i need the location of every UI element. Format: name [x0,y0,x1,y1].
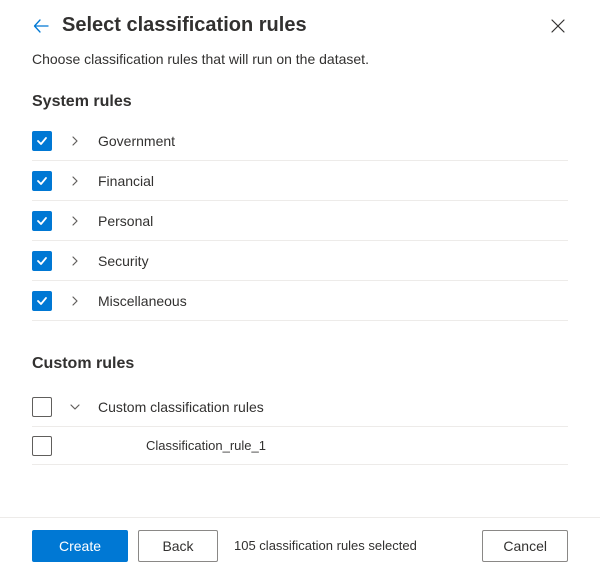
system-rules-heading: System rules [32,93,568,111]
rule-row-miscellaneous: Miscellaneous [32,281,568,321]
rule-row-security: Security [32,241,568,281]
rule-label: Government [98,133,175,149]
checkbox-child-rule[interactable] [32,436,52,456]
rule-row-custom-group: Custom classification rules [32,387,568,427]
chevron-right-icon[interactable] [68,174,82,188]
chevron-right-icon[interactable] [68,294,82,308]
checkbox-security[interactable] [32,251,52,271]
rule-label: Financial [98,173,154,189]
chevron-right-icon[interactable] [68,254,82,268]
create-button[interactable]: Create [32,530,128,562]
rule-row-government: Government [32,121,568,161]
rule-row-personal: Personal [32,201,568,241]
selection-status: 105 classification rules selected [234,538,417,553]
cancel-button[interactable]: Cancel [482,530,568,562]
checkbox-government[interactable] [32,131,52,151]
rule-row-child: Classification_rule_1 [32,427,568,465]
panel-footer: Create Back 105 classification rules sel… [0,517,600,573]
chevron-down-icon[interactable] [68,400,82,414]
checkbox-custom-group[interactable] [32,397,52,417]
rule-label: Personal [98,213,153,229]
rule-row-financial: Financial [32,161,568,201]
panel-header: Select classification rules [32,14,568,37]
rule-label: Miscellaneous [98,293,187,309]
child-rule-label: Classification_rule_1 [146,438,266,453]
back-button[interactable]: Back [138,530,218,562]
close-icon[interactable] [548,16,568,36]
rule-label: Custom classification rules [98,399,264,415]
rule-label: Security [98,253,149,269]
chevron-right-icon[interactable] [68,134,82,148]
back-arrow-icon[interactable] [32,17,50,35]
panel-title: Select classification rules [62,14,307,37]
chevron-right-icon[interactable] [68,214,82,228]
checkbox-financial[interactable] [32,171,52,191]
checkbox-miscellaneous[interactable] [32,291,52,311]
checkbox-personal[interactable] [32,211,52,231]
custom-rules-heading: Custom rules [32,355,568,373]
panel-subtitle: Choose classification rules that will ru… [32,51,568,67]
